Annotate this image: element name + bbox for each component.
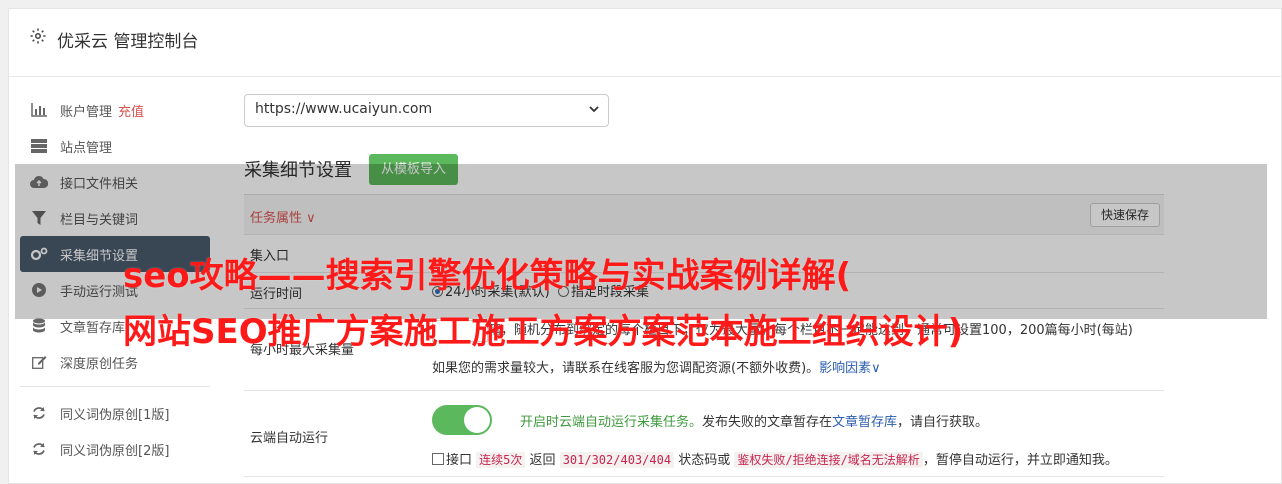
pause-mid2: 状态码或 — [678, 453, 731, 468]
sidebar-item-label: 深度原创任务 — [60, 356, 139, 372]
sidebar-item-synonym-v2[interactable]: 同义词伪原创[2版] — [20, 431, 210, 467]
cloud-run-desc-end: ，请自行获取。 — [897, 415, 989, 430]
impact-factors-link[interactable]: 影响因素 — [819, 361, 871, 376]
database-icon — [30, 317, 48, 335]
page-header: 优采云 管理控制台 — [9, 9, 1281, 77]
sidebar-item-label: 同义词伪原创[2版] — [60, 443, 170, 459]
sidebar-item-label: 文章暂存库 — [60, 320, 126, 336]
cloud-run-toggle[interactable] — [432, 405, 492, 435]
tag-auth-fail: 鉴权失败/拒绝连接/域名无法解析 — [734, 452, 923, 468]
sidebar-item-label: 站点管理 — [60, 140, 113, 156]
sidebar-item-label: 账户管理 — [60, 104, 113, 120]
recharge-link[interactable]: 充值 — [118, 101, 144, 120]
site-select[interactable]: https://www.ucaiyun.com — [244, 94, 609, 127]
refresh-icon — [30, 440, 48, 458]
gear-icon — [30, 28, 46, 44]
article-store-link[interactable]: 文章暂存库 — [832, 415, 897, 430]
site-select-value: https://www.ucaiyun.com — [255, 101, 433, 117]
cloud-run-row: 云端自动运行 开启时云端自动运行采集任务。发布失败的文章暂存在文章暂存库，请自行… — [244, 391, 1164, 477]
sidebar-divider — [20, 386, 210, 387]
cloud-run-desc: 开启时云端自动运行采集任务。发布失败的文章暂存在文章暂存库，请自行获取。 — [520, 411, 988, 430]
cloud-run-label: 云端自动运行 — [250, 431, 329, 446]
toggle-knob — [464, 407, 490, 433]
max-per-hour-note: 如果您的需求量较大，请联系在线客服为您调配资源(不额外收费)。 — [432, 361, 820, 376]
edit-icon — [30, 353, 48, 371]
max-per-hour-line2: 如果您的需求量较大，请联系在线客服为您调配资源(不额外收费)。影响因素∨ — [432, 357, 881, 376]
cloud-run-pause-line: 接口 连续5次 返回 301/302/403/404 状态码或 鉴权失败/拒绝连… — [432, 449, 1118, 468]
refresh-icon — [30, 404, 48, 422]
pause-mid1: 返回 — [529, 453, 556, 468]
server-icon — [30, 137, 48, 155]
headline-line-1: seo攻略——搜索引擎优化策略与实战案例详解( — [123, 256, 852, 296]
cloud-run-desc-mid: 发布失败的文章暂存在 — [702, 415, 833, 430]
tag-5-times: 连续5次 — [476, 452, 526, 468]
page-title: 优采云 管理控制台 — [57, 32, 199, 52]
cloud-run-desc-green: 开启时云端自动运行采集任务。 — [520, 415, 703, 430]
chevron-down-icon — [589, 106, 599, 113]
sidebar-item-synonym-v1[interactable]: 同义词伪原创[1版] — [20, 395, 210, 431]
bar-chart-icon — [30, 101, 48, 119]
pause-end: ，暂停自动运行，并立即通知我。 — [922, 453, 1118, 468]
sidebar-item-account[interactable]: 账户管理 充值 — [20, 92, 210, 128]
double-chevron-down-icon: ∨ — [871, 361, 881, 376]
tag-status-codes: 301/302/403/404 — [559, 452, 675, 468]
sidebar-item-label: 同义词伪原创[1版] — [60, 407, 170, 423]
sidebar-item-sites[interactable]: 站点管理 — [20, 128, 210, 164]
headline-line-2: 网站SEO推广方案施工施工方案方案范本施工组织设计) — [123, 312, 964, 352]
pause-chk-label: 接口 — [446, 453, 473, 468]
pause-checkbox[interactable] — [432, 453, 444, 465]
